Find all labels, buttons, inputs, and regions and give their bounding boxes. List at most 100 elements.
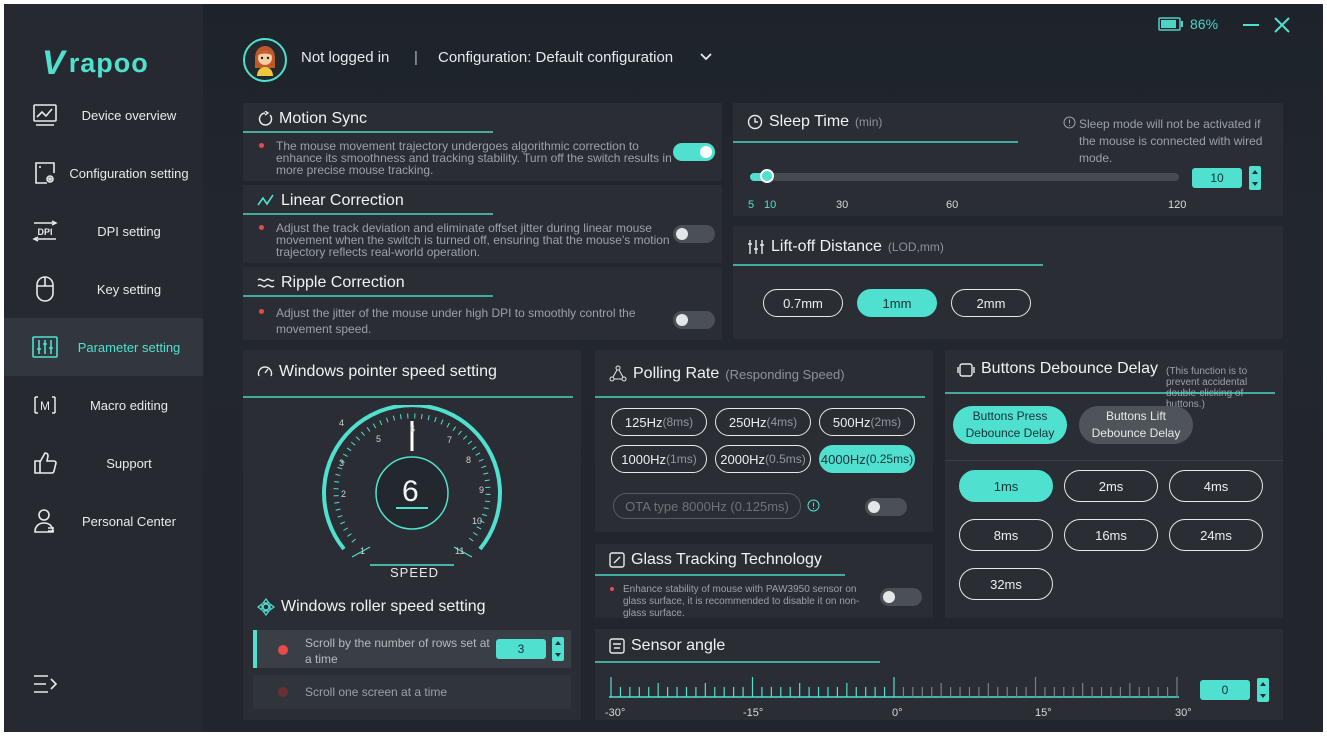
scroll-rows-stepper[interactable]	[552, 637, 564, 661]
ota-toggle[interactable]	[865, 498, 907, 516]
title-underline	[595, 574, 845, 576]
linear-correction-title: Linear Correction	[257, 192, 404, 210]
debounce-option-8ms[interactable]: 8ms	[959, 519, 1053, 551]
login-status-text[interactable]: Not logged in	[301, 49, 389, 66]
title-underline	[243, 396, 573, 398]
roller-option-screen[interactable]: Scroll one screen at a time	[253, 675, 571, 709]
polling-option-125hz[interactable]: 125Hz (8ms)	[611, 408, 707, 436]
sidebar-item-device-overview[interactable]: Device overview	[4, 86, 203, 144]
lod-option-0-7mm[interactable]: 0.7mm	[763, 289, 843, 317]
debounce-press-tab[interactable]: Buttons Press Debounce Delay	[953, 406, 1067, 444]
info-icon[interactable]	[807, 499, 820, 512]
scroll-rows-value-input[interactable]: 3	[496, 639, 546, 659]
bullet-dot	[259, 309, 264, 314]
ripple-correction-title: Ripple Correction	[257, 274, 405, 292]
radio-unselected-icon[interactable]	[278, 687, 288, 697]
motion-sync-toggle[interactable]	[673, 143, 715, 161]
sidebar-item-configuration-setting[interactable]: Configuration setting	[4, 144, 203, 202]
title-underline	[243, 131, 493, 133]
title-underline	[733, 141, 1018, 143]
ripple-icon	[257, 278, 275, 288]
minimize-icon[interactable]	[1240, 14, 1262, 36]
sensor-angle-card: Sensor angle -30° -15° 0° 15° 30° 0	[595, 629, 1283, 720]
sleep-time-value-input[interactable]: 10	[1192, 168, 1242, 188]
avatar[interactable]	[243, 38, 287, 82]
svg-text:M: M	[40, 399, 50, 413]
debounce-option-24ms[interactable]: 24ms	[1169, 519, 1263, 551]
angle-tick: 15°	[1035, 707, 1052, 719]
dial-mark: 6	[410, 424, 416, 434]
sleep-time-stepper[interactable]	[1249, 166, 1261, 190]
logo-text: rapoo	[68, 47, 149, 78]
motion-sync-description: The mouse movement trajectory undergoes …	[276, 139, 672, 177]
sleep-time-card: Sleep Time (min) Sleep mode will not be a…	[733, 103, 1283, 216]
polling-option-4000hz[interactable]: 4000Hz (0.25ms)	[819, 445, 915, 473]
polling-option-1000hz[interactable]: 1000Hz (1ms)	[611, 445, 707, 473]
sidebar-item-label: Key setting	[96, 281, 162, 297]
sleep-time-slider-handle[interactable]	[760, 169, 774, 183]
debounce-lift-tab[interactable]: Buttons Lift Debounce Delay	[1079, 406, 1193, 444]
ripple-correction-toggle[interactable]	[673, 311, 715, 329]
debounce-note: (This function is to prevent accidental …	[1166, 366, 1248, 410]
debounce-option-32ms[interactable]: 32ms	[959, 568, 1053, 600]
sidebar-item-label: Device overview	[81, 107, 177, 123]
debounce-option-4ms[interactable]: 4ms	[1169, 470, 1263, 502]
sleep-time-slider-track[interactable]	[750, 173, 1179, 181]
glass-tracking-description: Enhance stability of mouse with PAW3950 …	[623, 584, 860, 619]
sidebar-item-macro-editing[interactable]: M Macro editing	[4, 376, 203, 434]
linear-correction-toggle[interactable]	[673, 225, 715, 243]
roller-speed-title: Windows roller speed setting	[257, 598, 486, 616]
glass-icon	[609, 552, 625, 568]
sidebar-item-dpi-setting[interactable]: DPI DPI setting	[4, 202, 203, 260]
sensor-angle-title: Sensor angle	[609, 637, 725, 655]
sleep-tick: 10	[764, 199, 777, 211]
glass-tracking-toggle[interactable]	[880, 588, 922, 606]
sidebar-item-support[interactable]: Support	[4, 434, 203, 492]
glass-tracking-card: Glass Tracking Technology Enhance stabil…	[595, 544, 933, 619]
config-gear-icon	[32, 160, 58, 186]
angle-tick: -15°	[743, 707, 764, 719]
lod-option-2mm[interactable]: 2mm	[951, 289, 1031, 317]
bullet-dot	[259, 225, 264, 230]
polling-option-500hz[interactable]: 500Hz (2ms)	[819, 408, 915, 436]
motion-sync-title: Motion Sync	[257, 110, 367, 128]
sidebar-item-parameter-setting[interactable]: Parameter setting	[4, 318, 203, 376]
dial-mark: 5	[376, 434, 382, 444]
svg-text:DPI: DPI	[37, 227, 52, 237]
angle-tick: 0°	[892, 707, 903, 719]
sensor-angle-value-input[interactable]: 0	[1200, 680, 1250, 700]
title-underline	[945, 392, 1275, 394]
sidebar-item-label: DPI setting	[97, 223, 161, 239]
chevron-down-icon[interactable]	[699, 52, 713, 62]
polling-option-2000hz[interactable]: 2000Hz (0.5ms)	[715, 445, 811, 473]
rapoo-v-logo-icon: V	[42, 44, 65, 82]
roller-icon	[257, 598, 275, 616]
radio-selected-icon[interactable]	[278, 645, 288, 655]
lod-option-1mm[interactable]: 1mm	[857, 289, 937, 317]
battery-percent: 86%	[1190, 16, 1219, 32]
debounce-option-16ms[interactable]: 16ms	[1064, 519, 1158, 551]
title-underline	[733, 264, 1043, 266]
roller-option-rows[interactable]: Scroll by the number of rows set at a ti…	[253, 630, 571, 668]
lift-off-sliders-icon	[748, 240, 764, 254]
debounce-option-1ms[interactable]: 1ms	[959, 470, 1053, 502]
sidebar: V rapoo Device overview Configuration se…	[4, 4, 203, 732]
roller-option-rows-label: Scroll by the number of rows set at a ti…	[305, 636, 490, 666]
info-icon	[1063, 116, 1076, 129]
polling-option-250hz[interactable]: 250Hz (4ms)	[715, 408, 811, 436]
thumbs-up-icon	[32, 450, 58, 476]
collapse-menu-icon[interactable]	[32, 672, 58, 696]
sensor-angle-ruler[interactable]	[609, 675, 1189, 703]
pointer-speed-title: Windows pointer speed setting	[257, 363, 497, 381]
close-icon[interactable]	[1271, 14, 1293, 36]
sidebar-item-personal-center[interactable]: Personal Center	[4, 492, 203, 550]
battery-indicator: 86%	[1158, 16, 1218, 32]
speed-label: SPEED	[390, 565, 440, 580]
pointer-speed-card: Windows pointer speed setting 4 5 6 7 8 …	[243, 350, 581, 720]
configuration-select[interactable]: Configuration: Default configuration	[438, 49, 673, 66]
macro-icon: M	[32, 392, 58, 418]
debounce-option-2ms[interactable]: 2ms	[1064, 470, 1158, 502]
sidebar-item-key-setting[interactable]: Key setting	[4, 260, 203, 318]
gauge-icon	[257, 366, 273, 377]
sensor-angle-stepper[interactable]	[1257, 678, 1269, 702]
